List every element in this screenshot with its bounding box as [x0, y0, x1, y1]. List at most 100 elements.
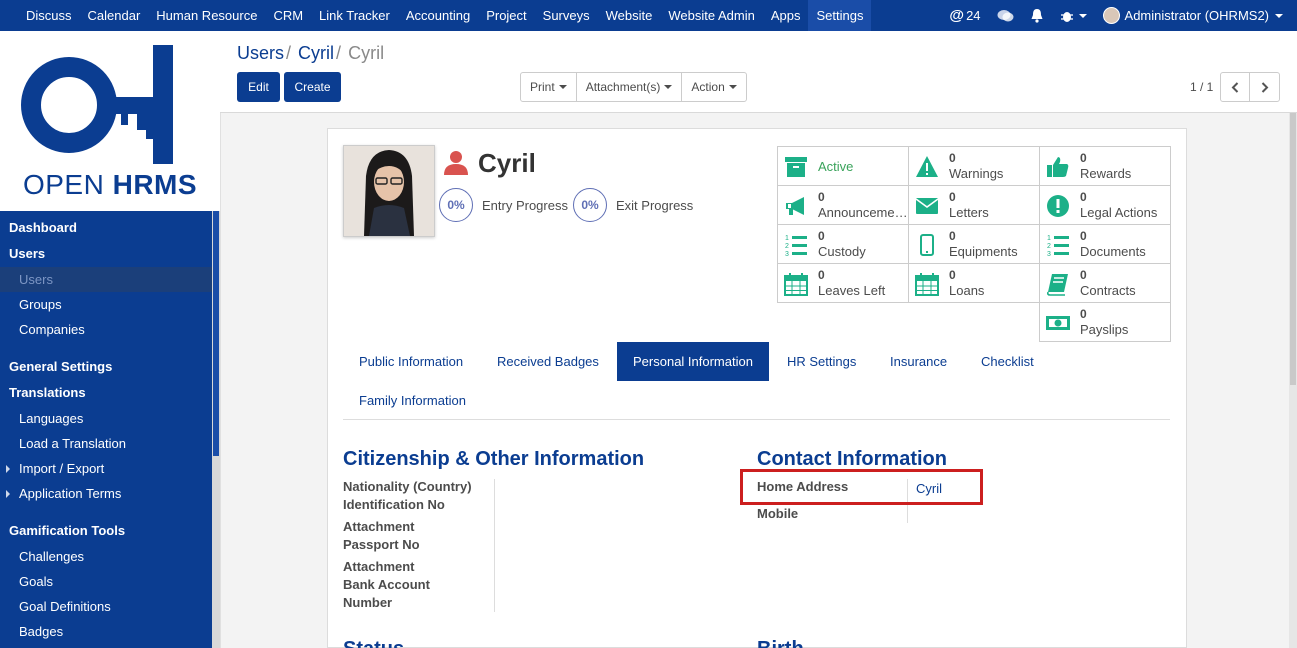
- payslips-button[interactable]: 0 Payslips: [1039, 302, 1171, 342]
- citizenship-section-title: Citizenship & Other Information: [343, 448, 645, 470]
- at-icon: @: [949, 7, 965, 24]
- tab-insurance[interactable]: Insurance: [874, 342, 963, 381]
- sidebar-item-groups[interactable]: Groups: [0, 292, 212, 317]
- top-navbar: Discuss Calendar Human Resource CRM Link…: [0, 0, 1297, 31]
- user-menu[interactable]: Administrator (OHRMS2): [1095, 7, 1291, 24]
- menu-crm[interactable]: CRM: [265, 0, 311, 31]
- avatar: [1102, 7, 1120, 24]
- messages-button[interactable]: [989, 9, 1022, 23]
- sidebar-group-general-settings[interactable]: General Settings: [0, 354, 212, 380]
- chevron-down-icon: [728, 85, 737, 89]
- menu-link-tracker[interactable]: Link Tracker: [311, 0, 398, 31]
- attachment-label-2: Attachment: [343, 559, 415, 574]
- tab-public-information[interactable]: Public Information: [343, 342, 479, 381]
- bank-account-label: Bank Account: [343, 577, 430, 592]
- app-menu: Discuss Calendar Human Resource CRM Link…: [0, 0, 872, 31]
- content-scrollbar[interactable]: [1289, 113, 1297, 648]
- print-dropdown[interactable]: Print: [521, 73, 577, 101]
- mentions-button[interactable]: @ 24: [941, 7, 988, 24]
- entry-progress-label: Entry Progress: [482, 197, 568, 213]
- sidebar-item-companies[interactable]: Companies: [0, 317, 212, 342]
- citizenship-divider: [494, 479, 495, 612]
- menu-website-admin[interactable]: Website Admin: [660, 0, 762, 31]
- sidebar-item-goal-definitions[interactable]: Goal Definitions: [0, 594, 212, 619]
- megaphone-icon: [786, 197, 804, 215]
- menu-calendar[interactable]: Calendar: [80, 0, 149, 31]
- rewards-button[interactable]: 0 Rewards: [1039, 146, 1171, 186]
- sidebar-scrollbar[interactable]: [212, 211, 220, 648]
- tab-received-badges[interactable]: Received Badges: [481, 342, 615, 381]
- logo-text: OPEN HRMS: [22, 169, 198, 200]
- breadcrumb-users[interactable]: Users: [237, 43, 284, 63]
- announcements-button[interactable]: 0 Announcements: [777, 185, 909, 225]
- sidebar-item-users[interactable]: Users: [0, 267, 212, 292]
- pager-next-button[interactable]: [1250, 73, 1279, 101]
- sidebar-item-application-terms[interactable]: Application Terms: [0, 481, 212, 506]
- menu-settings[interactable]: Settings: [808, 0, 872, 31]
- letters-button[interactable]: 0 Letters: [908, 185, 1040, 225]
- custody-button[interactable]: 123 0 Custody: [777, 224, 909, 264]
- nationality-label: Nationality (Country): [343, 479, 472, 494]
- menu-discuss[interactable]: Discuss: [18, 0, 80, 31]
- loans-button[interactable]: 0 Loans: [908, 263, 1040, 303]
- money-icon: [1046, 316, 1070, 330]
- leaves-left-button[interactable]: 0 Leaves Left: [777, 263, 909, 303]
- control-panel: Users / Cyril / Cyril Edit Create Print At…: [220, 31, 1297, 113]
- logo[interactable]: OPEN HRMS: [0, 31, 220, 211]
- envelope-icon: [915, 198, 939, 214]
- edit-button[interactable]: Edit: [237, 72, 280, 102]
- equipments-button[interactable]: 0 Equipments: [908, 224, 1040, 264]
- sidebar-group-translations[interactable]: Translations: [0, 380, 212, 406]
- sidebar-group-gamification[interactable]: Gamification Tools: [0, 518, 212, 544]
- documents-button[interactable]: 123 0 Documents: [1039, 224, 1171, 264]
- exit-progress[interactable]: 0% Exit Progress: [573, 188, 693, 222]
- active-button[interactable]: Active: [777, 146, 909, 186]
- employee-photo[interactable]: [343, 145, 435, 237]
- legal-actions-button[interactable]: 0 Legal Actions: [1039, 185, 1171, 225]
- sidebar-item-import-export[interactable]: Import / Export: [0, 456, 212, 481]
- tab-checklist[interactable]: Checklist: [965, 342, 1050, 381]
- menu-accounting[interactable]: Accounting: [398, 0, 478, 31]
- pager-previous-button[interactable]: [1221, 73, 1250, 101]
- exit-progress-circle: 0%: [573, 188, 607, 222]
- bug-icon: [1060, 11, 1073, 22]
- menu-surveys[interactable]: Surveys: [535, 0, 598, 31]
- archive-icon: [785, 157, 807, 177]
- menu-apps[interactable]: Apps: [763, 0, 809, 31]
- status-section-title: Status: [343, 638, 404, 648]
- chevron-left-icon: [1231, 81, 1239, 93]
- tab-personal-information[interactable]: Personal Information: [617, 342, 769, 381]
- thumbs-up-icon: [1047, 157, 1069, 177]
- menu-website[interactable]: Website: [598, 0, 661, 31]
- sidebar-item-languages[interactable]: Languages: [0, 406, 212, 431]
- contracts-button[interactable]: 0 Contracts: [1039, 263, 1171, 303]
- user-icon: [444, 151, 468, 175]
- warnings-button[interactable]: 0 Warnings: [908, 146, 1040, 186]
- attachments-dropdown[interactable]: Attachment(s): [577, 73, 683, 101]
- sidebar-group-users[interactable]: Users: [0, 241, 212, 267]
- debug-button[interactable]: [1052, 9, 1095, 23]
- calendar-icon: [915, 273, 939, 296]
- tab-family-information[interactable]: Family Information: [343, 381, 482, 420]
- sidebar-item-badges[interactable]: Badges: [0, 619, 212, 644]
- entry-progress[interactable]: 0% Entry Progress: [439, 188, 568, 222]
- sidebar-item-challenges[interactable]: Challenges: [0, 544, 212, 569]
- menu-project[interactable]: Project: [478, 0, 534, 31]
- create-button[interactable]: Create: [284, 72, 341, 102]
- exit-progress-label: Exit Progress: [616, 197, 694, 213]
- mentions-count: 24: [966, 8, 981, 23]
- notifications-button[interactable]: [1022, 8, 1052, 23]
- chat-icon: [997, 9, 1014, 21]
- highlight-box: [740, 469, 983, 505]
- svg-text:3: 3: [785, 251, 789, 257]
- menu-human-resource[interactable]: Human Resource: [148, 0, 265, 31]
- action-dropdown[interactable]: Action: [682, 73, 745, 101]
- sidebar-item-load-translation[interactable]: Load a Translation: [0, 431, 212, 456]
- svg-text:2: 2: [1047, 243, 1051, 250]
- bell-icon: [1031, 9, 1043, 23]
- sidebar-menu: Dashboard Users Users Groups Companies G…: [0, 215, 212, 644]
- sidebar-item-dashboard[interactable]: Dashboard: [0, 215, 212, 241]
- tab-hr-settings[interactable]: HR Settings: [771, 342, 872, 381]
- sidebar-item-goals[interactable]: Goals: [0, 569, 212, 594]
- breadcrumb-cyril[interactable]: Cyril: [298, 43, 334, 63]
